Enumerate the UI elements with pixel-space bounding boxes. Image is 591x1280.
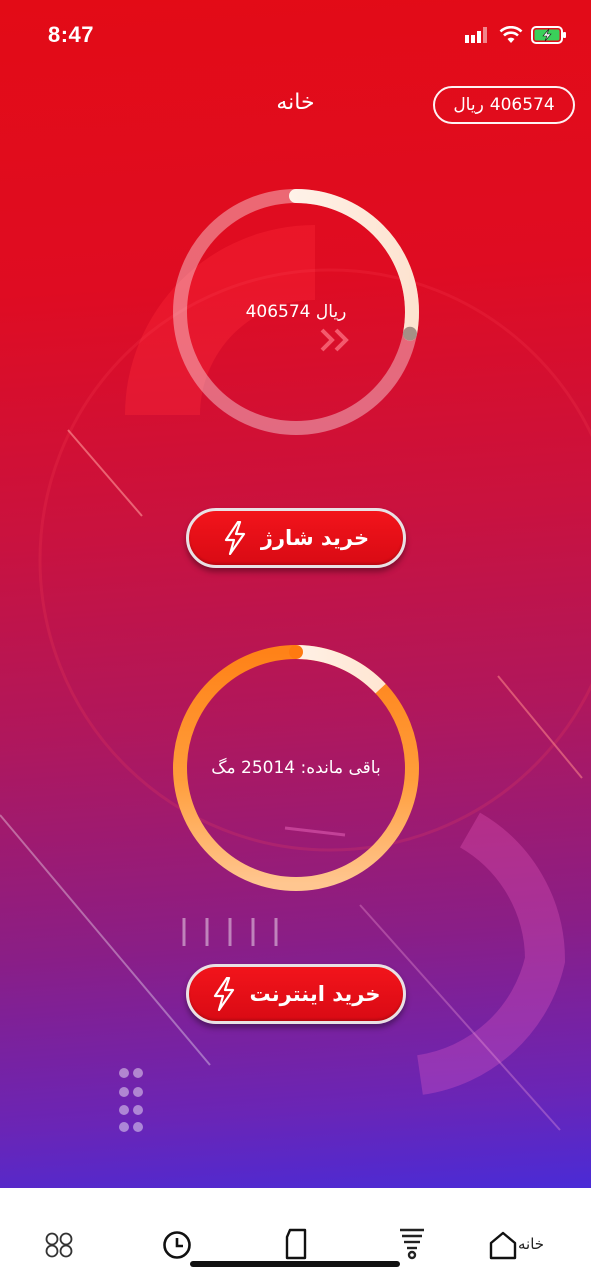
internet-amount: 25014 [241,758,296,778]
buy-charge-button[interactable]: خرید شارژ [186,508,406,568]
cellular-signal-icon [465,27,487,43]
data-packages-icon[interactable] [398,1226,426,1260]
lightning-icon [213,977,234,1011]
wifi-icon [499,26,523,43]
charge-ring-label: ریال 406574 [168,302,424,322]
status-time: 8:47 [48,22,95,47]
internet-remaining-ring: باقی مانده: 25014 مگ [168,640,424,896]
status-icons [465,26,567,44]
charge-ring-end-cap [402,326,417,341]
apps-grid-icon[interactable] [44,1232,74,1258]
buy-charge-label: خرید شارژ [260,526,370,550]
lightning-icon [224,521,245,555]
buy-internet-label: خرید اینترنت [249,982,381,1006]
history-clock-icon[interactable] [162,1230,192,1260]
sim-card-icon[interactable] [284,1228,308,1260]
home-icon[interactable] [488,1230,518,1260]
battery-charging-icon [531,26,566,44]
home-indicator-bar [190,1261,400,1267]
nav-home-label[interactable]: خانه [518,1235,544,1253]
home-screen: 8:47 خانه 406574 ریال ریال 406574 خرید ش… [0,0,591,1188]
internet-ring-start-cap [289,645,303,659]
balance-amount: 406574 [489,95,555,115]
charge-amount: 406574 [245,302,311,322]
balance-unit: ریال [453,95,484,115]
buy-internet-button[interactable]: خرید اینترنت [186,964,406,1024]
internet-unit: مگ [211,758,236,778]
internet-remaining-label: باقی مانده: [300,758,381,778]
charge-unit: ریال [315,302,347,322]
balance-badge[interactable]: 406574 ریال [433,86,575,124]
internet-ring-label: باقی مانده: 25014 مگ [168,758,424,778]
charge-balance-ring: ریال 406574 [168,184,424,440]
